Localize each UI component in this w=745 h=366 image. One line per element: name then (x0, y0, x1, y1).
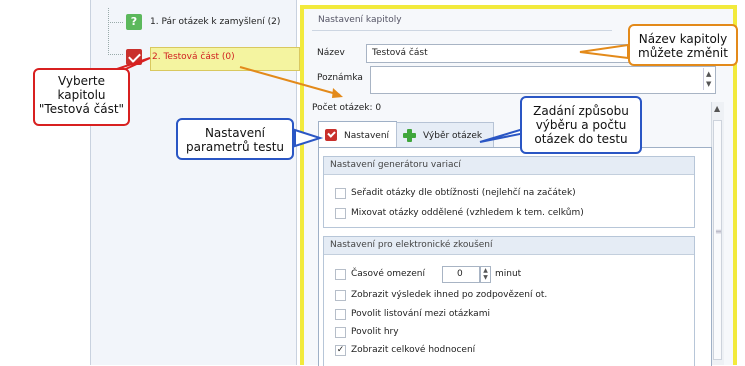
orange-callout-tail (579, 43, 629, 60)
orange-arrow-line (239, 66, 341, 96)
callout-text: Název kapitoly můžete změnit (638, 32, 728, 60)
callout-test-parameters: Nastavení parametrů testu (176, 118, 294, 160)
orange-arrow-head (332, 88, 343, 98)
callout-text: Nastavení parametrů testu (185, 126, 285, 154)
callout-text: Zadání způsobu výběru a počtu otázek do … (533, 104, 629, 146)
callout-rename-chapter: Název kapitoly můžete změnit (628, 24, 738, 66)
callout-text: Vyberte kapitolu "Testová část" (38, 74, 125, 116)
blue-callout-tail (294, 128, 324, 148)
callout-select-chapter: Vyberte kapitolu "Testová část" (33, 68, 130, 126)
callout-question-selection: Zadání způsobu výběru a počtu otázek do … (520, 96, 642, 154)
